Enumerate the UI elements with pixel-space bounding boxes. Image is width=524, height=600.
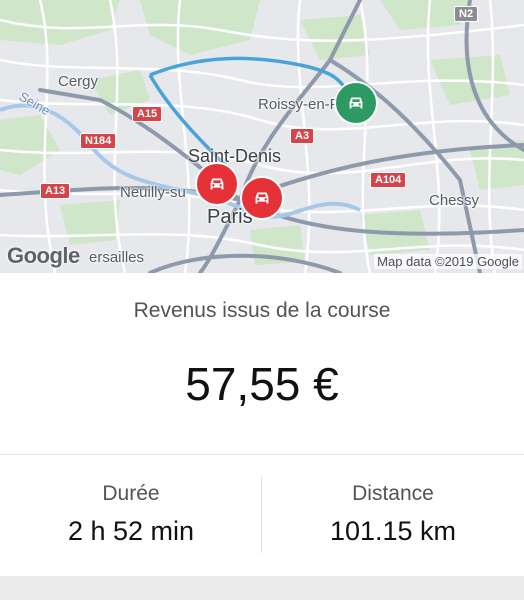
road-shield-n2: N2 — [454, 6, 479, 22]
place-label-chessy: Chessy — [429, 192, 480, 209]
earnings-amount: 57,55 € — [185, 358, 339, 410]
distance-stat: Distance 101.15 km — [262, 455, 524, 575]
duration-stat: Durée 2 h 52 min — [0, 455, 262, 575]
place-label-neuilly: Neuilly-su — [120, 184, 186, 201]
car-icon — [349, 97, 363, 109]
car-icon — [210, 178, 224, 190]
map-attribution[interactable]: Map data ©2019 Google — [374, 254, 522, 269]
car-icon — [255, 192, 269, 204]
duration-label: Durée — [102, 482, 160, 505]
earnings-section: Revenus issus de la course 57,55 € — [0, 273, 524, 455]
distance-value: 101.15 km — [329, 516, 457, 546]
duration-value: 2 h 52 min — [67, 516, 195, 546]
road-shield-a3: A3 — [290, 128, 315, 144]
place-label-saint-denis: Saint-Denis — [188, 146, 282, 166]
road-shield-a15: A15 — [132, 106, 163, 122]
google-logo: Google — [7, 243, 80, 268]
dropoff-car-pin[interactable] — [334, 81, 378, 125]
trip-stats: Durée 2 h 52 min Distance 101.15 km — [0, 455, 524, 575]
bottom-divider-strip — [0, 576, 524, 600]
pickup-car-pin[interactable] — [195, 162, 239, 206]
place-label-versailles: ersailles — [89, 249, 145, 266]
road-shield-a13: A13 — [40, 183, 71, 199]
distance-label: Distance — [352, 482, 434, 505]
place-label-cergy: Cergy — [58, 73, 99, 90]
stop-car-pin[interactable] — [240, 176, 284, 220]
trip-map[interactable]: N2 A15 N184 A3 A13 A104 Cergy Seine Rois… — [0, 0, 524, 273]
road-shield-n184: N184 — [80, 133, 117, 149]
map-tiles — [0, 0, 524, 273]
road-shield-a104: A104 — [370, 172, 407, 188]
earnings-label: Revenus issus de la course — [133, 299, 391, 322]
